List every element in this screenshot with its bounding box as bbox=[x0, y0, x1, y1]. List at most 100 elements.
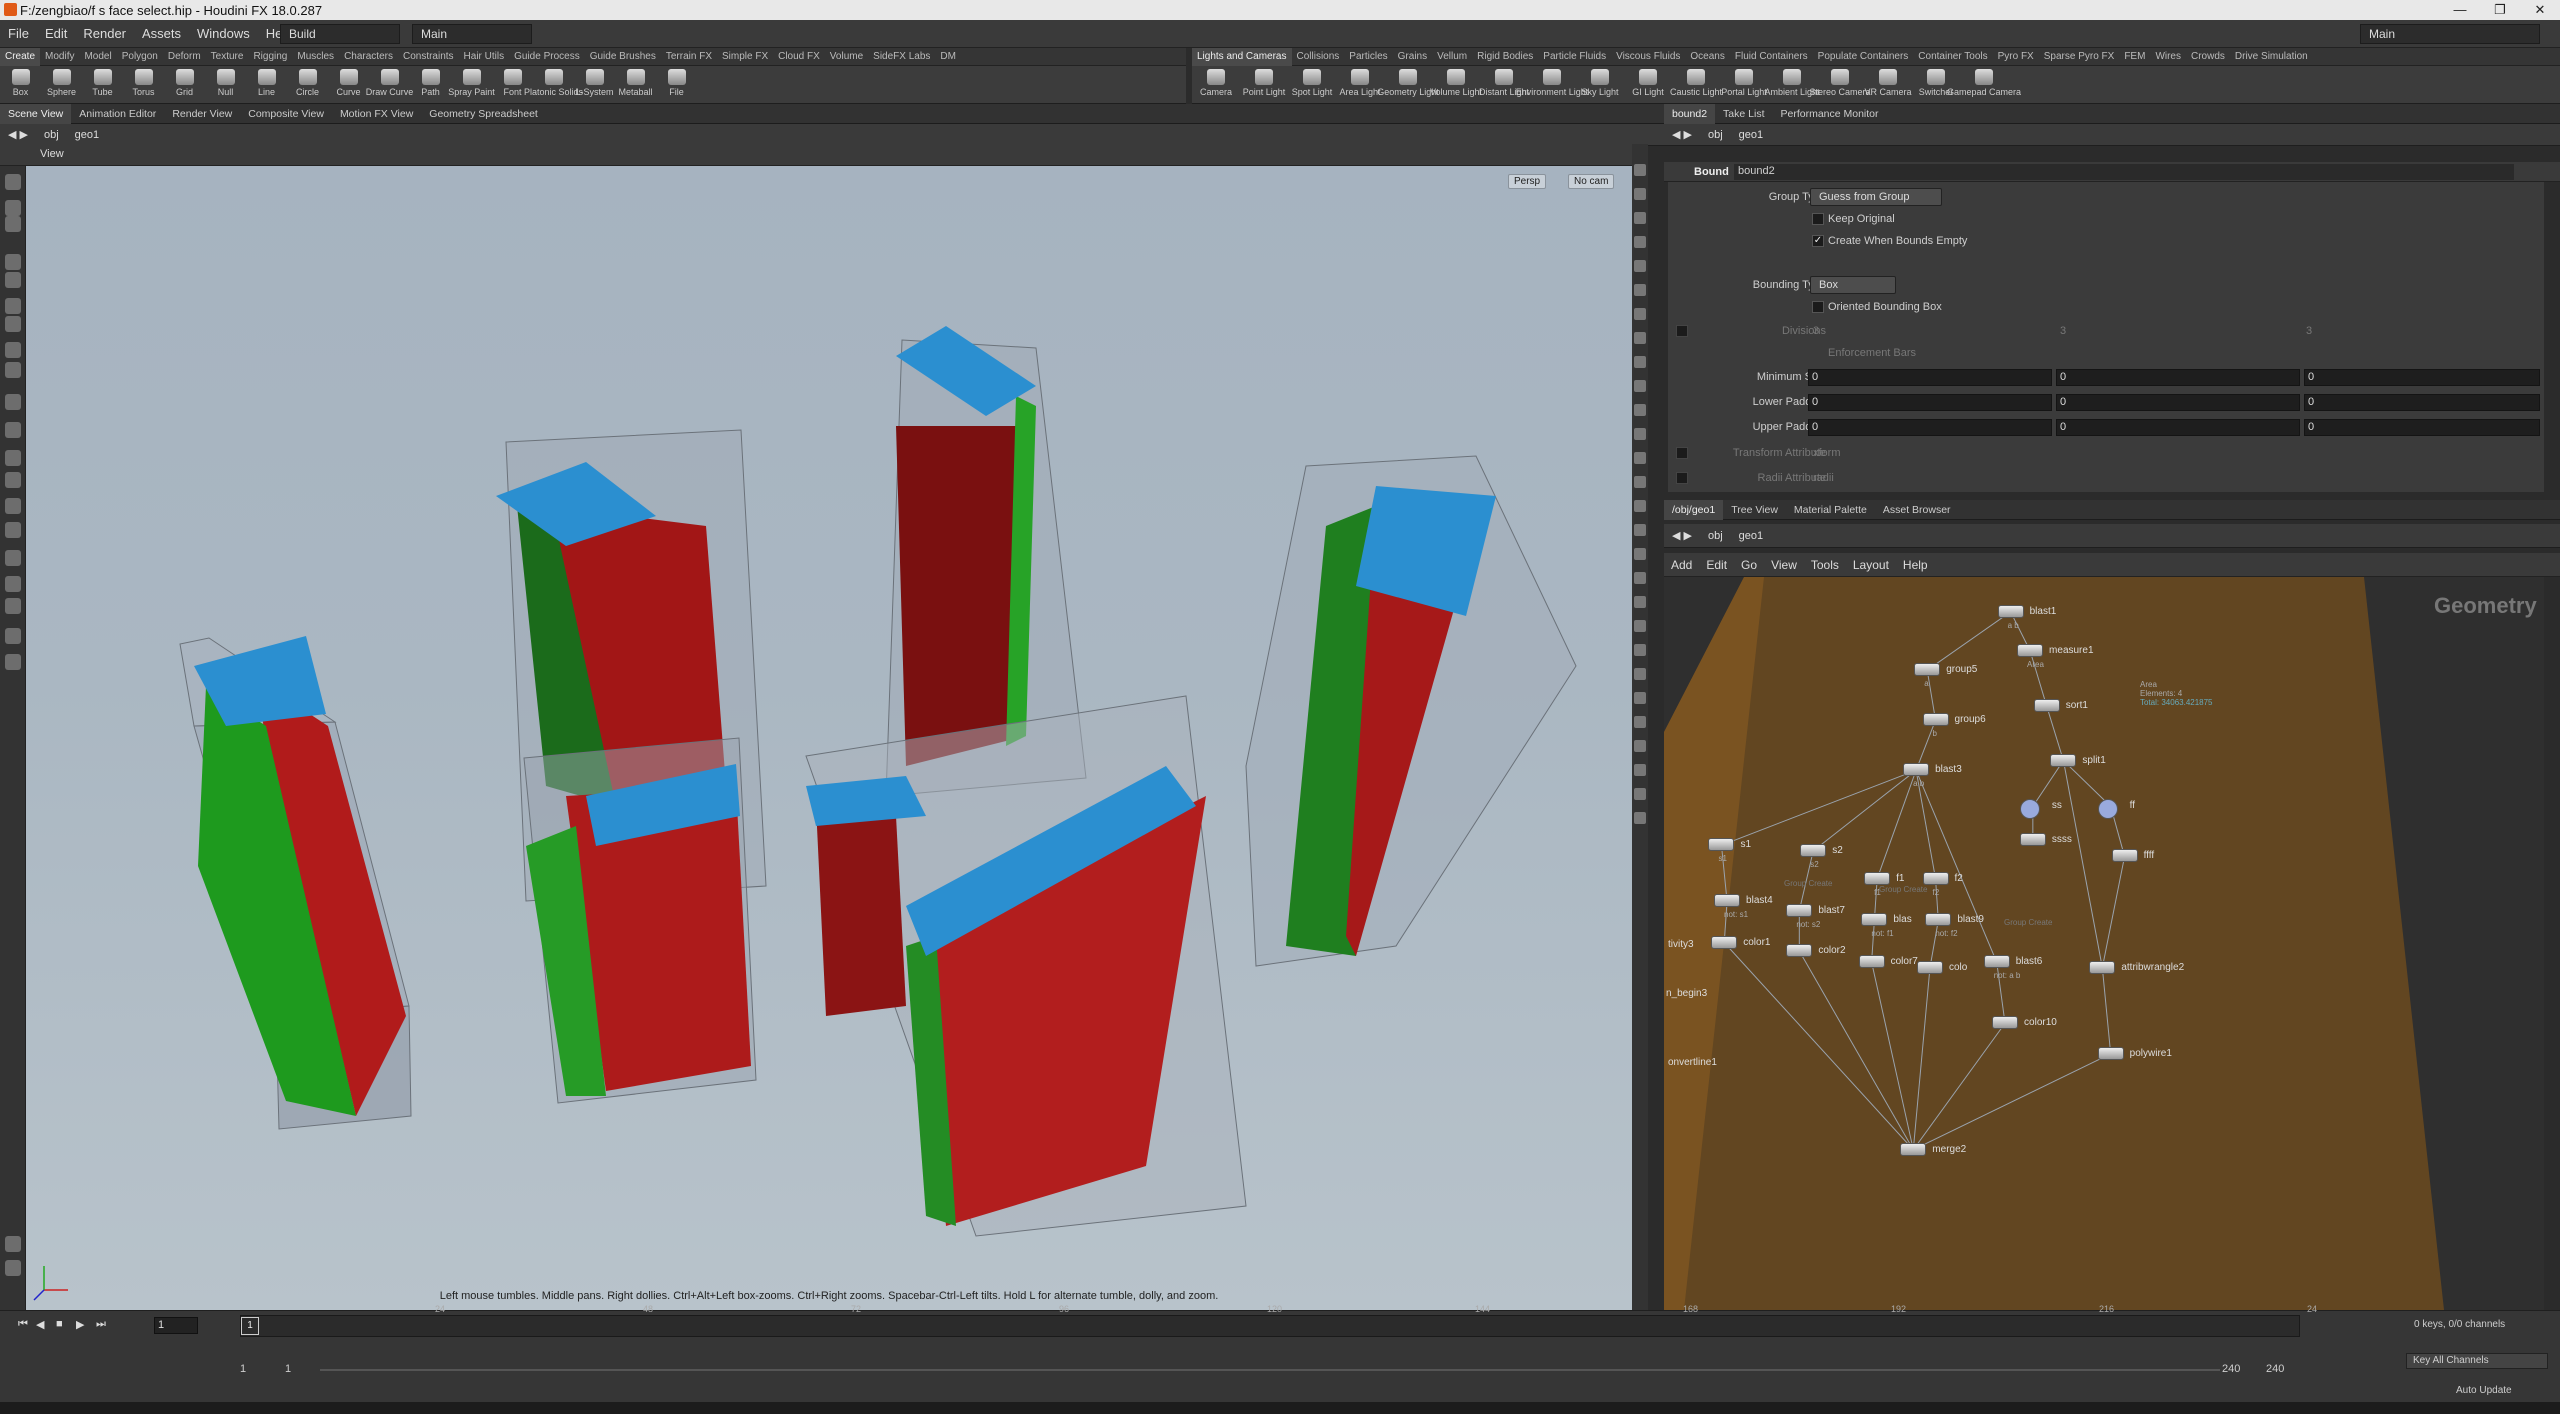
display-option-icon-22[interactable] bbox=[1634, 692, 1646, 704]
lower-padding-y[interactable]: 0 bbox=[2056, 394, 2300, 411]
left-tool-icon-9[interactable] bbox=[5, 394, 21, 410]
close-button[interactable]: ✕ bbox=[2520, 0, 2560, 20]
shelf-tab-16[interactable]: Volume bbox=[825, 48, 868, 66]
3d-viewport[interactable]: Persp No cam Left mouse tumbles. Middle … bbox=[26, 166, 1632, 1310]
left-tool-icon-12[interactable] bbox=[5, 472, 21, 488]
left-tool-icon-16[interactable] bbox=[5, 576, 21, 592]
shelf-tool-area-light[interactable]: Area Light bbox=[1336, 66, 1384, 103]
shelf-tool-geometry-light[interactable]: Geometry Light bbox=[1377, 66, 1439, 103]
group-type-menu[interactable]: Guess from Group bbox=[1810, 188, 1942, 206]
node-colo[interactable] bbox=[1916, 960, 1943, 974]
node-name-field[interactable]: bound2 bbox=[1734, 164, 2514, 180]
left-tool-icon-7[interactable] bbox=[5, 342, 21, 358]
range-start[interactable]: 1 bbox=[240, 1363, 246, 1375]
shelf-tab-right-17[interactable]: Drive Simulation bbox=[2230, 48, 2313, 66]
display-option-icon-14[interactable] bbox=[1634, 500, 1646, 512]
display-option-icon-7[interactable] bbox=[1634, 332, 1646, 344]
net-tab-1[interactable]: Tree View bbox=[1723, 500, 1786, 520]
net-menu-go[interactable]: Go bbox=[1734, 558, 1764, 572]
display-option-icon-13[interactable] bbox=[1634, 476, 1646, 488]
shelf-tool-ambient-light[interactable]: Ambient Light bbox=[1764, 66, 1820, 103]
node-s1[interactable] bbox=[1708, 838, 1735, 852]
shelf-tool-file[interactable]: File bbox=[656, 66, 697, 103]
path-obj[interactable]: obj bbox=[36, 129, 67, 141]
jump-start-icon[interactable]: ⏮ bbox=[18, 1318, 28, 1331]
min-size-y[interactable]: 0 bbox=[2056, 369, 2300, 386]
left-tool-icon-11[interactable] bbox=[5, 450, 21, 466]
display-option-icon-25[interactable] bbox=[1634, 764, 1646, 776]
shelf-tab-18[interactable]: DM bbox=[935, 48, 961, 66]
shelf-tab-9[interactable]: Constraints bbox=[398, 48, 459, 66]
display-option-icon-15[interactable] bbox=[1634, 524, 1646, 536]
left-tool-icon-5[interactable] bbox=[5, 298, 21, 314]
display-option-icon-8[interactable] bbox=[1634, 356, 1646, 368]
node-attribwrangle2[interactable] bbox=[2089, 960, 2116, 974]
key-all-channels-menu[interactable]: Key All Channels bbox=[2406, 1353, 2548, 1369]
shelf-tab-right-9[interactable]: Fluid Containers bbox=[1730, 48, 1813, 66]
shelf-tab-right-1[interactable]: Collisions bbox=[1292, 48, 1345, 66]
node-color10[interactable] bbox=[1992, 1016, 2019, 1030]
net-tab-3[interactable]: Asset Browser bbox=[1875, 500, 1959, 520]
display-option-icon-21[interactable] bbox=[1634, 668, 1646, 680]
frame-marker[interactable]: 1 bbox=[241, 1317, 259, 1335]
display-option-icon-4[interactable] bbox=[1634, 260, 1646, 272]
right-pane-tab-1[interactable]: Take List bbox=[1715, 104, 1772, 124]
menu-assets[interactable]: Assets bbox=[134, 26, 189, 41]
left-tool-icon-13[interactable] bbox=[5, 498, 21, 514]
shelf-tab-13[interactable]: Terrain FX bbox=[661, 48, 717, 66]
create-when-empty-checkbox[interactable]: ✓ bbox=[1812, 235, 1824, 247]
net-path-obj[interactable]: obj bbox=[1700, 530, 1731, 542]
node-blast6[interactable] bbox=[1983, 955, 2010, 969]
node-s2[interactable] bbox=[1800, 843, 1827, 857]
display-option-icon-18[interactable] bbox=[1634, 596, 1646, 608]
pane-tab-0[interactable]: Scene View bbox=[0, 103, 72, 124]
left-tool-icon-19[interactable] bbox=[5, 654, 21, 670]
shelf-tool-grid[interactable]: Grid bbox=[164, 66, 205, 103]
shelf-tool-metaball[interactable]: Metaball bbox=[615, 66, 656, 103]
shelf-tool-curve[interactable]: Curve bbox=[328, 66, 369, 103]
pane-tab-4[interactable]: Motion FX View bbox=[332, 104, 421, 124]
pane-tab-1[interactable]: Animation Editor bbox=[71, 104, 164, 124]
shelf-tab-1[interactable]: Modify bbox=[40, 48, 79, 66]
node-f2[interactable] bbox=[1922, 871, 1949, 885]
display-option-icon-9[interactable] bbox=[1634, 380, 1646, 392]
shelf-tool-line[interactable]: Line bbox=[246, 66, 287, 103]
upper-padding-z[interactable]: 0 bbox=[2304, 419, 2540, 436]
shelf-tab-right-6[interactable]: Particle Fluids bbox=[1538, 48, 1611, 66]
display-option-icon-12[interactable] bbox=[1634, 452, 1646, 464]
display-option-icon-11[interactable] bbox=[1634, 428, 1646, 440]
net-tab-0[interactable]: /obj/geo1 bbox=[1664, 499, 1724, 520]
current-frame-field[interactable]: 1 bbox=[154, 1317, 198, 1334]
divisions-toggle[interactable] bbox=[1676, 325, 1688, 337]
shelf-tab-6[interactable]: Rigging bbox=[248, 48, 292, 66]
node-blast7[interactable] bbox=[1786, 903, 1813, 917]
network-editor[interactable]: Geometry Area Elements: 4 Total: 34063.4… bbox=[1664, 577, 2544, 1310]
display-option-icon-1[interactable] bbox=[1634, 188, 1646, 200]
shelf-tab-5[interactable]: Texture bbox=[206, 48, 249, 66]
lower-padding-x[interactable]: 0 bbox=[1808, 394, 2052, 411]
shelf-tab-3[interactable]: Polygon bbox=[117, 48, 163, 66]
shelf-tab-right-7[interactable]: Viscous Fluids bbox=[1611, 48, 1685, 66]
shelf-tool-spot-light[interactable]: Spot Light bbox=[1288, 66, 1336, 103]
oriented-checkbox[interactable] bbox=[1812, 301, 1824, 313]
back-icon[interactable]: ◀ ▶ bbox=[0, 128, 36, 141]
stop-icon[interactable]: ■ bbox=[56, 1318, 63, 1330]
node-sort1[interactable] bbox=[2033, 699, 2060, 713]
shelf-tool-portal-light[interactable]: Portal Light bbox=[1720, 66, 1768, 103]
node-color1[interactable] bbox=[1711, 935, 1738, 949]
left-tool-icon-1[interactable] bbox=[5, 200, 21, 216]
shelf-tool-environment-light[interactable]: Environment Light bbox=[1516, 66, 1588, 103]
shelf-tool-sphere[interactable]: Sphere bbox=[41, 66, 82, 103]
shelf-tab-11[interactable]: Guide Process bbox=[509, 48, 585, 66]
node-blast9[interactable] bbox=[1925, 913, 1952, 927]
shelf-tool-spray-paint[interactable]: Spray Paint bbox=[448, 66, 495, 103]
param-back-icon[interactable]: ◀ ▶ bbox=[1664, 128, 1700, 141]
param-path-obj[interactable]: obj bbox=[1700, 129, 1731, 141]
shelf-tab-15[interactable]: Cloud FX bbox=[773, 48, 825, 66]
shelf-tab-right-3[interactable]: Grains bbox=[1393, 48, 1432, 66]
net-menu-edit[interactable]: Edit bbox=[1699, 558, 1734, 572]
minimize-button[interactable]: — bbox=[2440, 0, 2480, 20]
upper-padding-x[interactable]: 0 bbox=[1808, 419, 2052, 436]
node-ff[interactable] bbox=[2097, 799, 2118, 820]
shelf-tab-right-12[interactable]: Pyro FX bbox=[1993, 48, 2039, 66]
